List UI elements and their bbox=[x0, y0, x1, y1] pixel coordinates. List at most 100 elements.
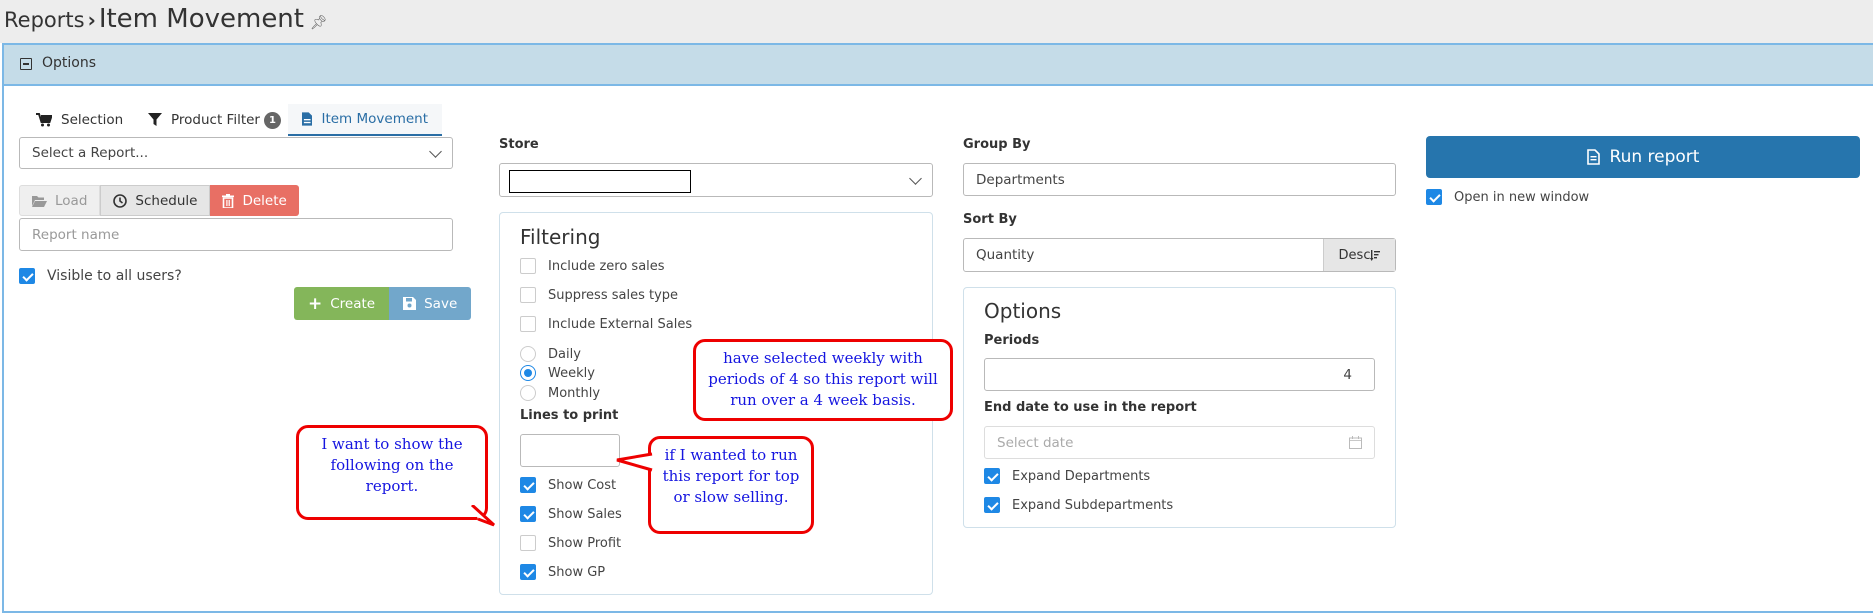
show-gp-row[interactable]: Show GP bbox=[520, 564, 605, 580]
annotation-periods-note: have selected weekly with periods of 4 s… bbox=[693, 339, 953, 421]
select-report-dropdown[interactable]: Select a Report... bbox=[19, 137, 453, 169]
annotation-pointer bbox=[470, 505, 496, 527]
load-label: Load bbox=[55, 192, 88, 209]
group-by-value: Departments bbox=[976, 171, 1065, 188]
run-report-button[interactable]: Run report bbox=[1426, 136, 1860, 178]
checkbox[interactable] bbox=[520, 287, 536, 303]
end-date-input[interactable]: Select date bbox=[984, 426, 1375, 459]
radio-weekly[interactable]: Weekly bbox=[520, 365, 595, 381]
radio-button[interactable] bbox=[520, 346, 536, 362]
save-button[interactable]: Save bbox=[389, 287, 472, 320]
visible-to-all-checkbox[interactable] bbox=[19, 268, 35, 284]
group-by-label: Group By bbox=[963, 137, 1031, 152]
group-by-select[interactable]: Departments bbox=[963, 163, 1396, 196]
checkbox[interactable] bbox=[520, 564, 536, 580]
checkbox-label: Show Cost bbox=[548, 477, 617, 493]
checkbox[interactable] bbox=[520, 506, 536, 522]
annotation-text: if I wanted to run this report for top o… bbox=[662, 446, 800, 506]
checkbox-label: Expand Subdepartments bbox=[1012, 497, 1174, 513]
run-report-label: Run report bbox=[1609, 147, 1700, 167]
periods-input[interactable]: 4 bbox=[984, 358, 1375, 391]
filter-count-badge: 1 bbox=[263, 111, 281, 129]
sort-direction-label: Desc bbox=[1338, 247, 1371, 263]
show-cost-row[interactable]: Show Cost bbox=[520, 477, 616, 493]
filter-checkbox-include-external-sales[interactable]: Include External Sales bbox=[520, 316, 692, 332]
tab-label: Product Filter bbox=[171, 112, 260, 128]
tab-item-movement[interactable]: Item Movement bbox=[288, 104, 442, 136]
file-text-icon bbox=[1586, 149, 1600, 165]
options-bar[interactable]: Options bbox=[4, 45, 1873, 86]
pin-icon[interactable]: 📌︎ bbox=[310, 15, 328, 31]
create-label: Create bbox=[330, 295, 376, 312]
end-date-placeholder: Select date bbox=[997, 434, 1074, 451]
plus-icon: + bbox=[308, 293, 323, 314]
checkbox[interactable] bbox=[520, 535, 536, 551]
cart-icon bbox=[36, 113, 52, 127]
end-date-label: End date to use in the report bbox=[984, 400, 1197, 415]
periods-value: 4 bbox=[1343, 366, 1352, 383]
lines-to-print-input[interactable] bbox=[520, 434, 620, 467]
delete-button[interactable]: Delete bbox=[210, 185, 299, 216]
radio-button[interactable] bbox=[520, 385, 536, 401]
sort-direction-button[interactable]: Desc bbox=[1323, 239, 1395, 271]
annotation-lines-note: if I wanted to run this report for top o… bbox=[648, 436, 814, 534]
store-select[interactable] bbox=[499, 163, 933, 197]
sort-descending-icon bbox=[1370, 249, 1381, 261]
report-name-placeholder: Report name bbox=[32, 226, 120, 243]
show-sales-row[interactable]: Show Sales bbox=[520, 506, 622, 522]
checkbox-label: Include zero sales bbox=[548, 258, 665, 274]
annotation-show-note: I want to show the following on the repo… bbox=[296, 425, 488, 520]
checkbox[interactable] bbox=[1426, 189, 1442, 205]
delete-label: Delete bbox=[242, 192, 287, 209]
filter-checkbox-suppress-sales-type[interactable]: Suppress sales type bbox=[520, 287, 678, 303]
sort-by-select[interactable]: Quantity bbox=[964, 247, 1323, 263]
folder-open-icon bbox=[32, 195, 47, 207]
open-new-window-row[interactable]: Open in new window bbox=[1426, 189, 1589, 205]
radio-button[interactable] bbox=[520, 365, 536, 381]
annotation-pointer bbox=[616, 452, 653, 472]
checkbox[interactable] bbox=[984, 468, 1000, 484]
calendar-icon[interactable] bbox=[1349, 436, 1362, 449]
report-name-input[interactable]: Report name bbox=[19, 218, 453, 251]
checkbox[interactable] bbox=[520, 477, 536, 493]
checkbox-label: Show Profit bbox=[548, 535, 622, 551]
sort-by-label: Sort By bbox=[963, 212, 1017, 227]
save-label: Save bbox=[424, 295, 458, 312]
minus-square-icon[interactable] bbox=[20, 58, 32, 70]
tab-label: Item Movement bbox=[321, 111, 428, 127]
options-panel-title: Options bbox=[984, 299, 1062, 323]
show-profit-row[interactable]: Show Profit bbox=[520, 535, 621, 551]
radio-daily[interactable]: Daily bbox=[520, 346, 581, 362]
breadcrumb-reports[interactable]: Reports bbox=[4, 8, 85, 32]
tab-product-filter[interactable]: Product Filter 1 bbox=[134, 104, 295, 136]
lines-to-print-label: Lines to print bbox=[520, 408, 619, 423]
load-button[interactable]: Load bbox=[19, 185, 101, 216]
select-report-value: Select a Report... bbox=[32, 145, 149, 161]
annotation-text: have selected weekly with periods of 4 s… bbox=[708, 349, 938, 409]
radio-label: Daily bbox=[548, 346, 581, 362]
visible-to-all-label: Visible to all users? bbox=[47, 268, 182, 284]
breadcrumb-separator-icon: › bbox=[87, 8, 96, 32]
options-bar-label: Options bbox=[42, 55, 97, 71]
checkbox-label: Show GP bbox=[548, 564, 606, 580]
schedule-button[interactable]: Schedule bbox=[100, 185, 211, 216]
checkbox[interactable] bbox=[520, 258, 536, 274]
store-label: Store bbox=[499, 137, 539, 152]
trash-icon bbox=[222, 193, 235, 208]
filter-checkbox-include-zero-sales[interactable]: Include zero sales bbox=[520, 258, 665, 274]
report-actions-group: Load Schedule Delete bbox=[19, 185, 299, 216]
visible-to-all-checkbox-row[interactable]: Visible to all users? bbox=[19, 268, 182, 284]
tab-selection[interactable]: Selection bbox=[22, 104, 137, 136]
radio-monthly[interactable]: Monthly bbox=[520, 385, 600, 401]
expand-departments-row[interactable]: Expand Departments bbox=[984, 468, 1150, 484]
create-button[interactable]: + Create bbox=[294, 287, 390, 320]
checkbox-label: Suppress sales type bbox=[548, 287, 679, 303]
checkbox[interactable] bbox=[984, 497, 1000, 513]
expand-subdepartments-row[interactable]: Expand Subdepartments bbox=[984, 497, 1173, 513]
floppy-disk-icon bbox=[403, 297, 417, 310]
radio-label: Monthly bbox=[548, 385, 601, 401]
checkbox[interactable] bbox=[520, 316, 536, 332]
checkbox-label: Show Sales bbox=[548, 506, 622, 522]
radio-label: Weekly bbox=[548, 365, 595, 381]
chevron-down-icon bbox=[909, 172, 922, 185]
